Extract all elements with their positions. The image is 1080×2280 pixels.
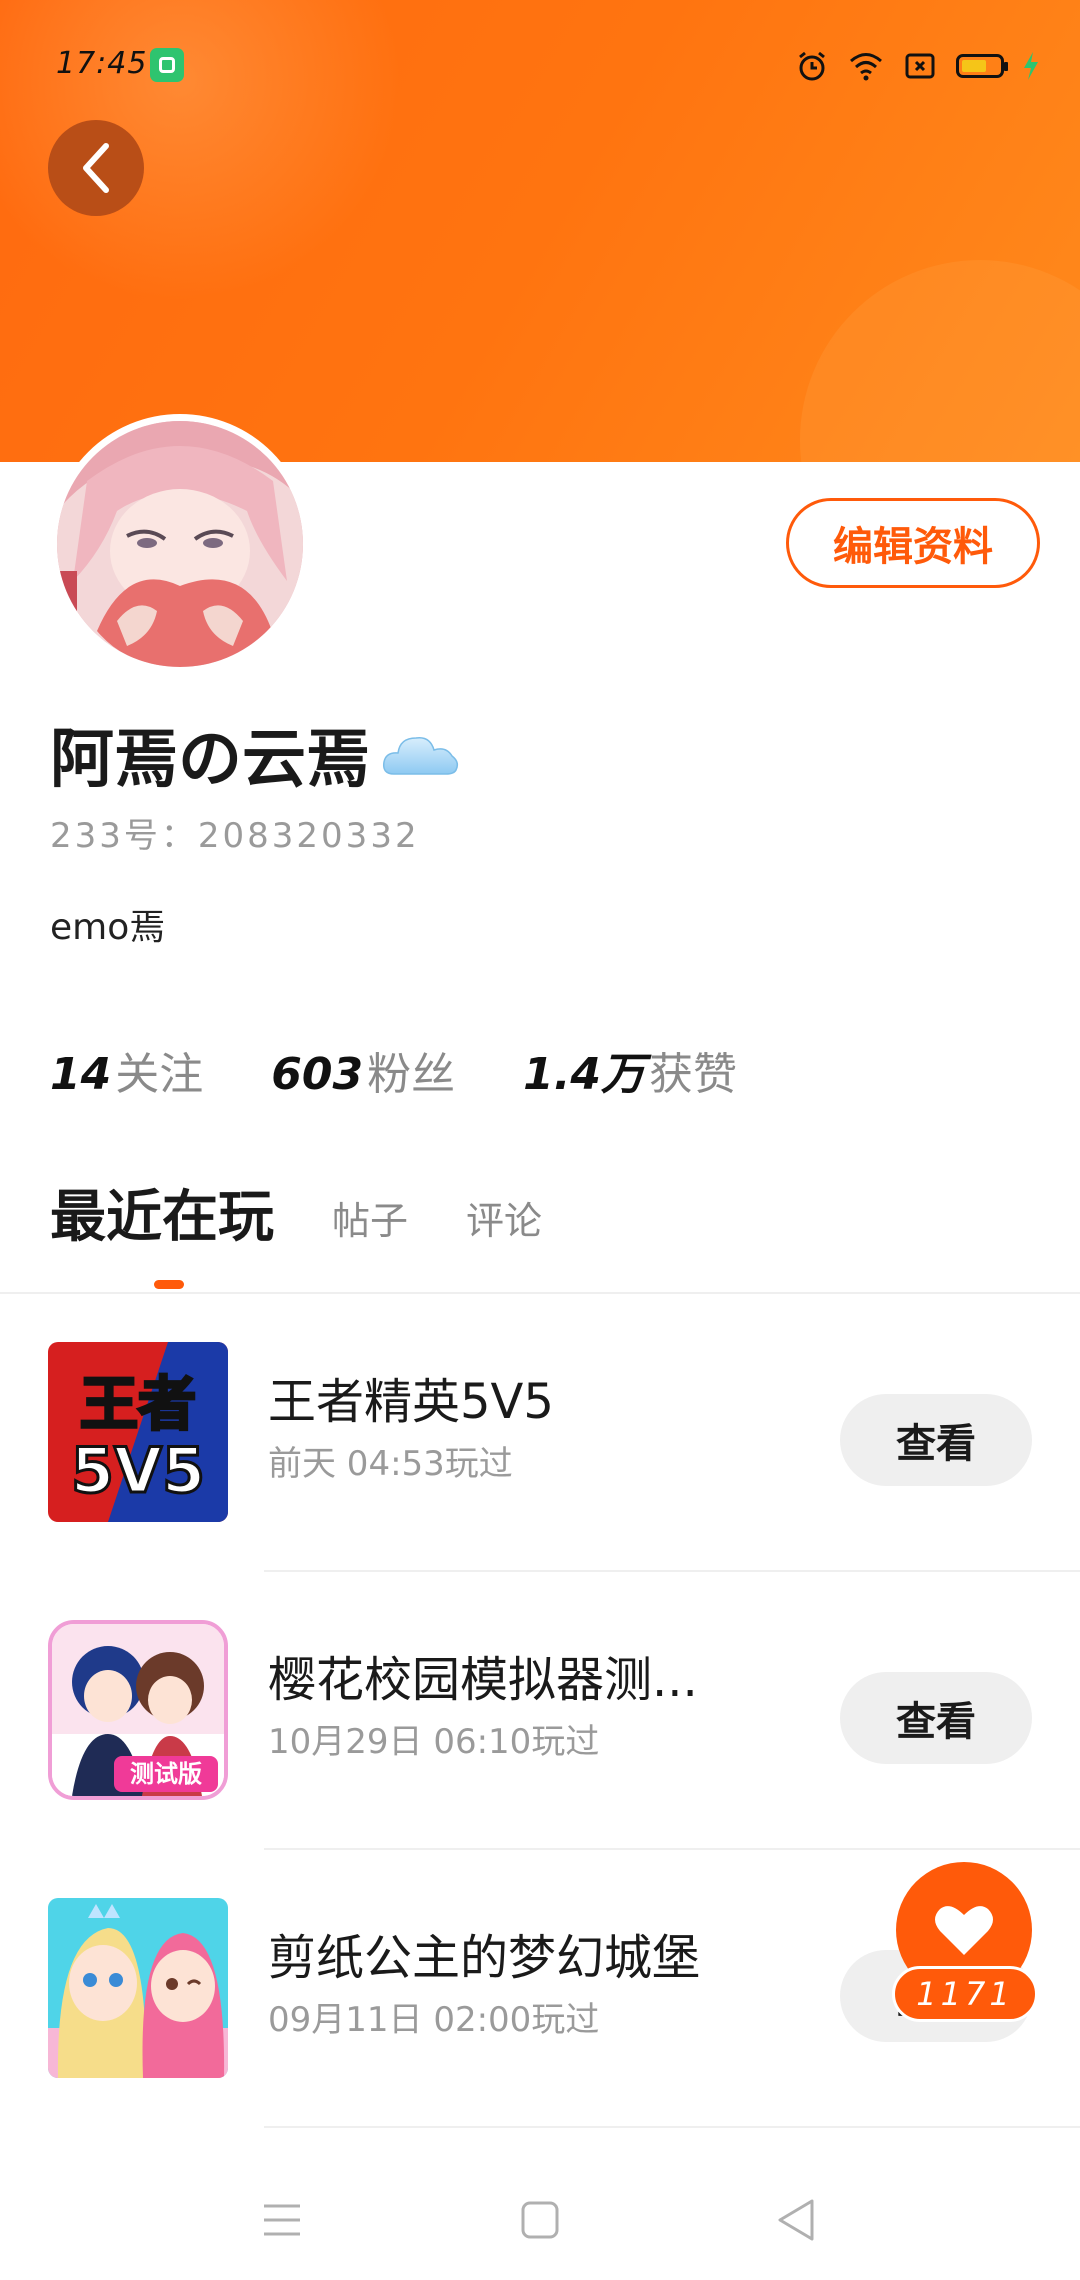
stat-following[interactable]: 14 关注 (50, 1038, 203, 1102)
edit-profile-button[interactable]: 编辑资料 (786, 498, 1040, 588)
tab-comments[interactable]: 评论 (466, 1190, 542, 1253)
stat-number: 14 (50, 1049, 112, 1100)
home-nav-button[interactable] (510, 2190, 570, 2250)
game-icon-badge: 测试版 (130, 1760, 202, 1788)
menu-icon (264, 2204, 300, 2236)
game-icon-text: 王者 (80, 1370, 196, 1438)
wifi-icon (850, 53, 882, 81)
app-notification-icon (150, 48, 184, 82)
battery-icon (956, 54, 1008, 78)
tab-posts[interactable]: 帖子 (332, 1190, 408, 1253)
stat-followers[interactable]: 603 粉丝 (271, 1038, 455, 1102)
tab-recently-played[interactable]: 最近在玩 (50, 1172, 274, 1253)
system-navigation-bar (0, 2160, 1080, 2280)
stat-number: 603 (271, 1049, 364, 1100)
status-icons (794, 46, 1040, 86)
game-title: 樱花校园模拟器测... (268, 1652, 698, 1708)
status-time: 17:45 (56, 46, 148, 81)
stat-label: 关注 (115, 1049, 204, 1100)
game-last-played: 09月11日 02:00玩过 (268, 2000, 600, 2040)
stat-number: 1.4万 (523, 1049, 646, 1100)
game-last-played: 10月29日 06:10玩过 (268, 1722, 600, 1762)
menu-nav-button[interactable] (252, 2190, 312, 2250)
game-icon-paper-princess (48, 1898, 228, 2078)
user-bio: emo焉 (50, 907, 166, 948)
chevron-left-icon (83, 143, 109, 193)
triangle-back-icon (778, 2199, 814, 2241)
avatar[interactable] (50, 414, 310, 674)
avatar-image (57, 421, 303, 667)
game-last-played: 前天 04:53玩过 (268, 1444, 513, 1484)
stat-likes[interactable]: 1.4万 获赞 (523, 1038, 737, 1102)
row-divider (264, 2126, 1080, 2128)
game-list-item[interactable]: 测试版 樱花校园模拟器测... 10月29日 06:10玩过 查看 (0, 1572, 1080, 1850)
user-id: 233号：208320332 (50, 816, 420, 856)
game-list-item[interactable]: 王者 5V5 王者精英5V5 前天 04:53玩过 查看 (0, 1294, 1080, 1572)
game-icon-honor: 王者 5V5 (48, 1342, 228, 1522)
back-button[interactable] (48, 120, 144, 216)
game-icon-text: 5V5 (71, 1434, 205, 1507)
username: 阿焉の云焉 (50, 708, 462, 800)
cloud-icon (382, 737, 459, 775)
stat-label: 获赞 (649, 1049, 738, 1100)
like-count: 1171 (892, 1966, 1038, 2022)
profile-stats: 14 关注 603 粉丝 1.4万 获赞 (50, 1038, 737, 1102)
header-decoration (800, 260, 1080, 462)
sim-card-icon (905, 53, 935, 79)
charging-icon (1024, 52, 1038, 80)
view-button[interactable]: 查看 (840, 1672, 1032, 1764)
game-icon-sakura: 测试版 (48, 1620, 228, 1800)
status-bar: 17:45 (0, 0, 1080, 130)
home-square-icon (521, 2201, 559, 2239)
heart-icon (935, 1906, 993, 1955)
game-title: 剪纸公主的梦幻城堡 (268, 1930, 701, 1986)
username-text: 阿焉の云焉 (50, 723, 370, 797)
view-button[interactable]: 查看 (840, 1394, 1032, 1486)
profile-tabs: 最近在玩 帖子 评论 (50, 1172, 542, 1253)
stat-label: 粉丝 (367, 1049, 456, 1100)
alarm-icon (799, 51, 825, 81)
back-nav-button[interactable] (766, 2190, 826, 2250)
like-floating-button[interactable]: 1171 (892, 1862, 1038, 2022)
game-title: 王者精英5V5 (268, 1374, 554, 1430)
active-tab-indicator (154, 1280, 184, 1289)
